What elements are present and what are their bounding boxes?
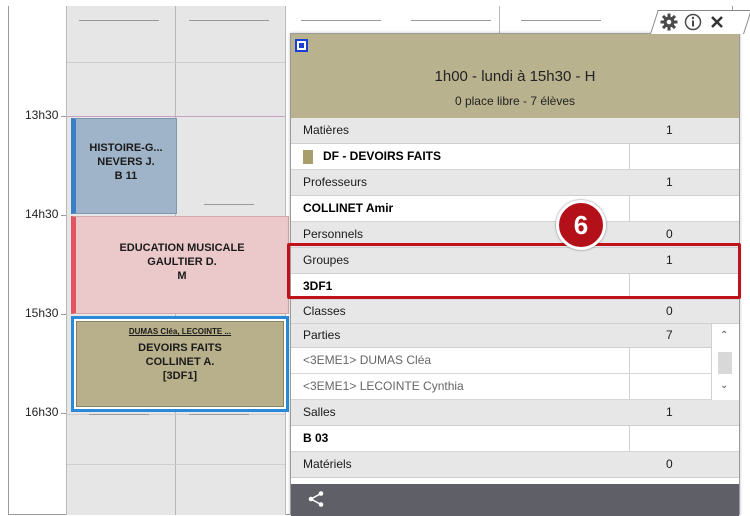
row-divider bbox=[629, 348, 630, 373]
info-icon[interactable] bbox=[684, 13, 702, 31]
grid-header-line bbox=[411, 20, 491, 21]
course-teacher: GAULTIER D. bbox=[147, 256, 217, 268]
grid-header-line bbox=[79, 20, 159, 21]
partie-row[interactable]: <3EME1> DUMAS Cléa bbox=[291, 348, 711, 374]
row-divider bbox=[629, 196, 630, 221]
cell-dash bbox=[204, 204, 254, 205]
course-subject: DEVOIRS FAITS bbox=[138, 342, 222, 354]
section-label: Matières bbox=[303, 123, 350, 137]
section-count: 0 bbox=[666, 304, 673, 318]
row-divider bbox=[629, 426, 630, 451]
section-salles: Salles 1 bbox=[291, 400, 739, 426]
popup-tab-icons bbox=[660, 12, 744, 32]
section-label: Parties bbox=[303, 328, 341, 342]
scroll-up-icon[interactable]: ⌃ bbox=[720, 330, 728, 341]
scroll-down-icon[interactable]: ⌄ bbox=[720, 380, 728, 391]
matiere-value: DF - DEVOIRS FAITS bbox=[323, 149, 442, 163]
course-subject: HISTOIRE-G... bbox=[89, 142, 163, 154]
course-room: B 11 bbox=[114, 170, 138, 182]
scrollbar-thumb[interactable] bbox=[718, 352, 732, 374]
section-count: 0 bbox=[666, 227, 673, 241]
row-divider bbox=[629, 374, 630, 399]
section-label: Matériels bbox=[303, 457, 352, 471]
course-subject: EDUCATION MUSICALE bbox=[119, 242, 245, 254]
course-group: [3DF1] bbox=[162, 370, 198, 382]
partie-value: <3EME1> DUMAS Cléa bbox=[303, 353, 432, 367]
parties-scrollbar[interactable]: ⌃ ⌄ bbox=[711, 324, 739, 400]
professeur-row[interactable]: COLLINET Amir bbox=[291, 196, 739, 222]
course-homework-inner: DUMAS Cléa, LECOINTE ... DEVOIRS FAITS C… bbox=[76, 321, 284, 407]
course-teacher: COLLINET A. bbox=[145, 356, 215, 368]
section-label: Classes bbox=[303, 304, 346, 318]
course-room: M bbox=[177, 270, 187, 282]
highlight-box bbox=[287, 243, 741, 299]
section-label: Professeurs bbox=[303, 175, 368, 189]
hour-line bbox=[67, 62, 285, 63]
time-tick bbox=[61, 116, 66, 117]
grid-header-line bbox=[189, 20, 269, 21]
section-parties: Parties 7 bbox=[291, 324, 739, 348]
time-tick bbox=[61, 413, 66, 414]
popup-subtitle: 0 place libre - 7 élèves bbox=[454, 94, 576, 108]
grid-separator bbox=[66, 6, 67, 515]
gear-icon[interactable] bbox=[660, 13, 678, 31]
callout-number: 6 bbox=[573, 210, 589, 240]
section-count: 1 bbox=[666, 405, 673, 419]
callout-badge: 6 bbox=[556, 200, 606, 250]
grid-header-line bbox=[521, 20, 601, 21]
time-label: 13h30 bbox=[25, 108, 59, 122]
section-count: 1 bbox=[666, 175, 673, 189]
subject-color-swatch bbox=[303, 150, 313, 164]
course-music[interactable]: EDUCATION MUSICALE GAULTIER D. M bbox=[71, 216, 289, 314]
course-teacher: NEVERS J. bbox=[97, 156, 155, 168]
partie-value: <3EME1> LECOINTE Cynthia bbox=[303, 379, 464, 393]
professeur-value: COLLINET Amir bbox=[303, 201, 394, 215]
share-icon[interactable] bbox=[307, 490, 325, 508]
popup-title: 1h00 - lundi à 15h30 - H bbox=[434, 68, 596, 85]
section-classes: Classes 0 bbox=[291, 300, 739, 324]
close-icon[interactable] bbox=[710, 15, 724, 29]
section-count: 1 bbox=[666, 123, 673, 137]
popup-toolbar bbox=[291, 484, 739, 516]
salle-value: B 03 bbox=[303, 431, 329, 445]
hour-line bbox=[67, 464, 285, 465]
section-matieres: Matières 1 bbox=[291, 118, 739, 144]
section-label: Personnels bbox=[303, 227, 364, 241]
popup-header: 1h00 - lundi à 15h30 - H 0 place libre -… bbox=[291, 34, 739, 118]
hour-line bbox=[67, 116, 285, 117]
course-students: DUMAS Cléa, LECOINTE ... bbox=[128, 327, 232, 336]
section-materiels: Matériels 0 bbox=[291, 452, 739, 478]
salle-row[interactable]: B 03 bbox=[291, 426, 739, 452]
time-tick bbox=[61, 215, 66, 216]
select-checkbox[interactable] bbox=[295, 39, 308, 52]
partie-row[interactable]: <3EME1> LECOINTE Cynthia bbox=[291, 374, 711, 400]
cell-dash bbox=[189, 414, 249, 415]
section-professeurs: Professeurs 1 bbox=[291, 170, 739, 196]
time-label: 14h30 bbox=[25, 207, 59, 221]
time-label: 15h30 bbox=[25, 306, 59, 320]
section-label: Salles bbox=[303, 405, 336, 419]
course-homework[interactable]: DUMAS Cléa, LECOINTE ... DEVOIRS FAITS C… bbox=[71, 316, 289, 412]
section-count: 7 bbox=[666, 328, 673, 342]
grid-separator bbox=[499, 6, 500, 36]
course-history[interactable]: HISTOIRE-G... NEVERS J. B 11 bbox=[71, 118, 177, 214]
row-divider bbox=[629, 144, 630, 169]
grid-header-line bbox=[301, 20, 381, 21]
section-count: 0 bbox=[666, 457, 673, 471]
cell-dash bbox=[89, 414, 149, 415]
time-tick bbox=[61, 314, 66, 315]
time-label: 16h30 bbox=[25, 405, 59, 419]
matiere-row[interactable]: DF - DEVOIRS FAITS bbox=[291, 144, 739, 170]
